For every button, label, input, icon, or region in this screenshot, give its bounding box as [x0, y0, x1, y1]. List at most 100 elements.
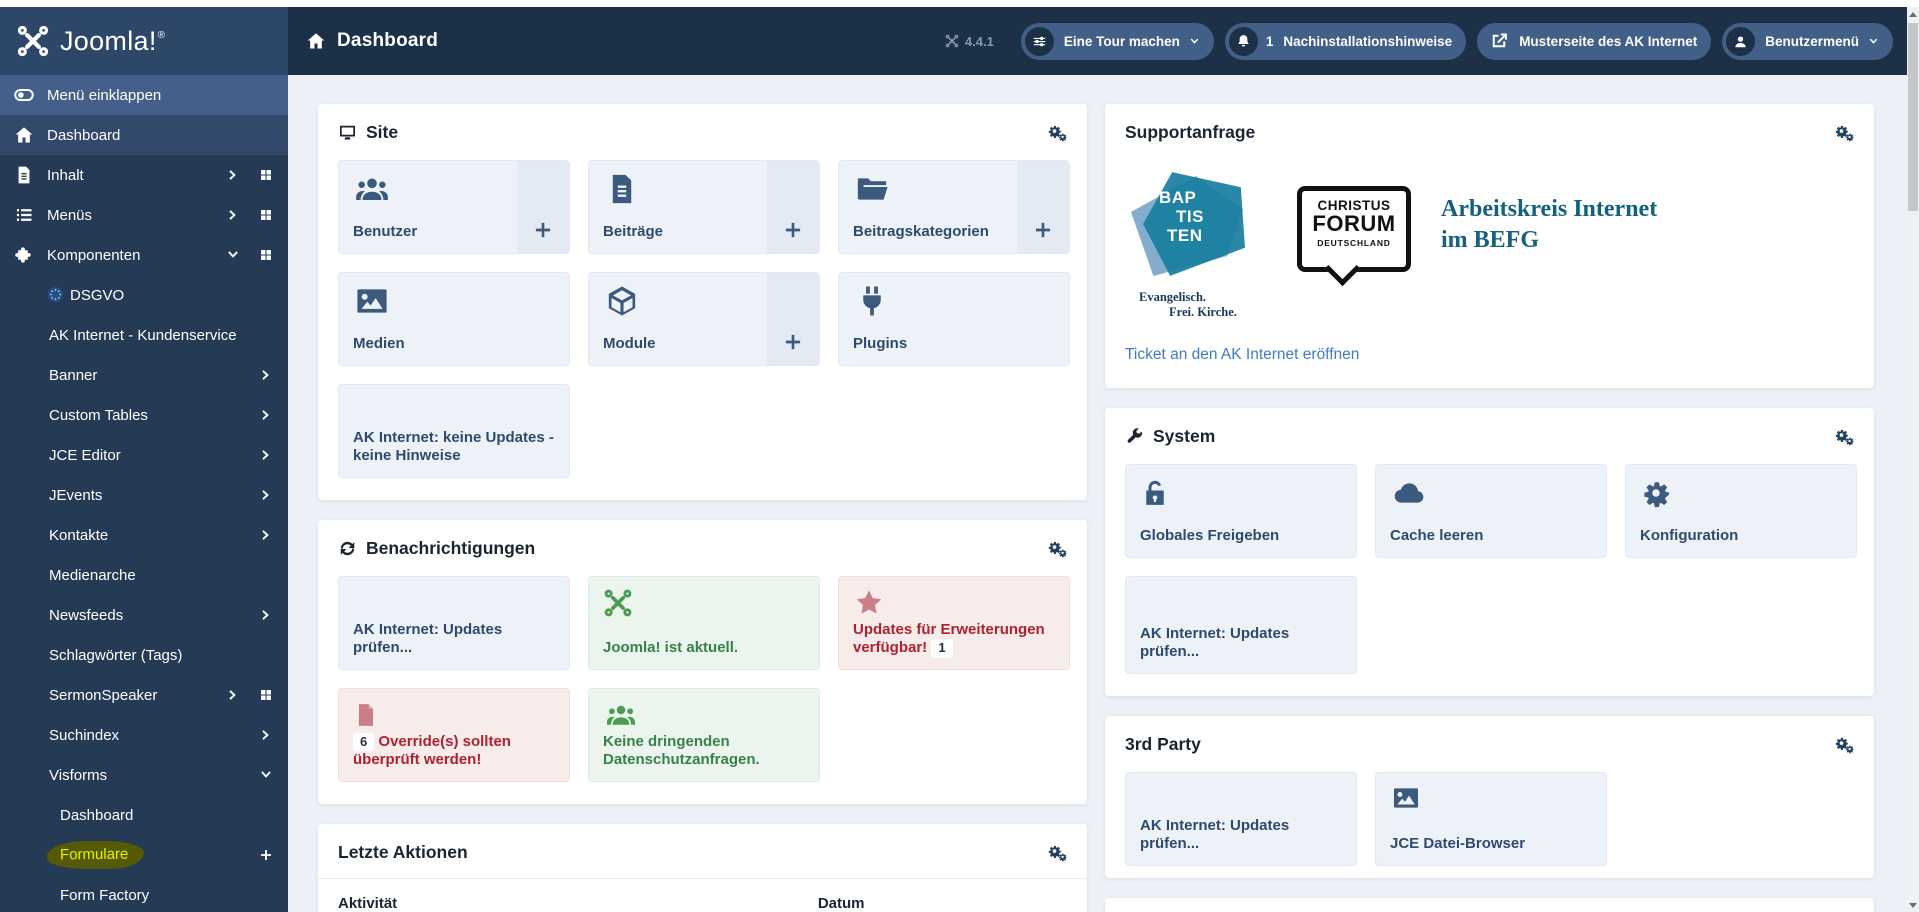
tile-beitraege[interactable]: Beiträge [588, 160, 820, 254]
recent-actions-title: Letzte Aktionen [338, 842, 468, 862]
plus-icon[interactable] [259, 848, 273, 862]
post-installation-messages-button[interactable]: 1 Nachinstallationshinweise [1224, 22, 1467, 60]
sidebar-item-ak-internet-kundenservice[interactable]: AK Internet - Kundenservice [0, 315, 288, 355]
sidebar-item-sermonspeaker[interactable]: SermonSpeaker [0, 675, 288, 715]
sidebar-item-dsgvo[interactable]: DSGVO [0, 275, 288, 315]
sidebar-item-banner[interactable]: Banner [0, 355, 288, 395]
plus-icon [783, 332, 803, 352]
main-content: Site Benutzer Beiträge Beitragskategorie… [288, 75, 1907, 912]
sidebar-item-suchindex[interactable]: Suchindex [0, 715, 288, 755]
scrollbar-thumb[interactable] [1908, 23, 1918, 211]
chevron-down-icon [1868, 36, 1879, 47]
chevron-right-icon [259, 448, 273, 462]
plus-icon [1033, 220, 1053, 240]
sidebar-item-dashboard[interactable]: Dashboard [0, 115, 288, 155]
count-badge: 1 [931, 639, 953, 658]
tile-plugins[interactable]: Plugins [838, 272, 1070, 366]
sidebar-item-formulare[interactable]: Formulare [0, 835, 288, 875]
sidebar-item-inhalt[interactable]: Inhalt [0, 155, 288, 195]
sidebar-item-menus[interactable]: Menüs [0, 195, 288, 235]
chevron-down-icon [259, 768, 273, 782]
chevron-right-icon [259, 368, 273, 382]
tile-global-checkin[interactable]: Globales Freigeben [1125, 464, 1357, 558]
support-heading: Arbeitskreis Internet im BEFG [1441, 196, 1658, 254]
home-icon [14, 125, 34, 145]
support-card-title: Supportanfrage [1125, 122, 1256, 142]
tile-clear-cache[interactable]: Cache leeren [1375, 464, 1607, 558]
tile-medien[interactable]: Medien [338, 272, 570, 366]
sidebar-item-custom-tables[interactable]: Custom Tables [0, 395, 288, 435]
tile-overrides[interactable]: 6 Override(s) sollten überprüft werden! [338, 688, 570, 782]
frontend-preview-button[interactable]: Musterseite des AK Internet [1477, 22, 1712, 60]
tile-joomla-up-to-date[interactable]: Joomla! ist aktuell. [588, 576, 820, 670]
tile-privacy-requests[interactable]: Keine dringenden Datenschutzanfragen. [588, 688, 820, 782]
tile-ak-updates-status[interactable]: AK Internet: keine Updates - keine Hinwe… [338, 384, 570, 478]
wrench-icon [1125, 427, 1144, 446]
article-icon [603, 172, 641, 206]
registered-mark: ® [157, 29, 166, 41]
options-gears-icon[interactable] [1835, 735, 1854, 754]
options-gears-icon[interactable] [1835, 123, 1854, 142]
tour-button[interactable]: Eine Tour machen [1020, 22, 1214, 60]
sidebar-item-jevents[interactable]: JEvents [0, 475, 288, 515]
tile-extension-updates[interactable]: Updates für Erweiterungen verfügbar! 1 [838, 576, 1070, 670]
sidebar-item-visforms-dashboard[interactable]: Dashboard [0, 795, 288, 835]
options-gears-icon[interactable] [1048, 539, 1067, 558]
sidebar-item-menu-collapse[interactable]: Menü einklappen [0, 75, 288, 115]
refresh-icon [338, 539, 357, 558]
sidebar-item-form-factory[interactable]: Form Factory [0, 875, 288, 912]
users-icon [603, 700, 639, 730]
options-gears-icon[interactable] [1048, 843, 1067, 862]
grid-icon[interactable] [259, 248, 273, 262]
sidebar-item-komponenten[interactable]: Komponenten [0, 235, 288, 275]
users-icon [353, 172, 391, 206]
privacy-dashboard-card: Datenschutz Dashboard [1105, 898, 1874, 912]
options-gears-icon[interactable] [1835, 427, 1854, 446]
tile-configuration[interactable]: Konfiguration [1625, 464, 1857, 558]
tile-module[interactable]: Module [588, 272, 820, 366]
options-gears-icon[interactable] [1048, 123, 1067, 142]
count-badge: 6 [353, 732, 375, 751]
sidebar-item-newsfeeds[interactable]: Newsfeeds [0, 595, 288, 635]
chevron-right-icon [259, 408, 273, 422]
quick-add-button[interactable] [517, 161, 569, 253]
tile-ak-updates-check[interactable]: AK Internet: Updates prüfen... [1125, 772, 1357, 866]
grid-icon[interactable] [259, 168, 273, 182]
sidebar-item-visforms[interactable]: Visforms [0, 755, 288, 795]
tile-beitragskategorien[interactable]: Beitragskategorien [838, 160, 1070, 254]
baptisten-logo: BAP TIS TEN Evangelisch. Frei. Kirche. [1125, 170, 1291, 320]
quick-add-button[interactable] [767, 161, 819, 253]
sidebar-item-kontakte[interactable]: Kontakte [0, 515, 288, 555]
scroll-up-button[interactable] [1907, 7, 1919, 21]
sliders-icon [1024, 26, 1054, 56]
sidebar-item-medienarche[interactable]: Medienarche [0, 555, 288, 595]
open-ticket-link[interactable]: Ticket an den AK Internet eröffnen [1105, 346, 1379, 388]
external-link-icon [1489, 31, 1509, 51]
scroll-down-button[interactable] [1907, 898, 1919, 912]
image-icon [1390, 784, 1422, 812]
christusforum-logo: CHRISTUS FORUM DEUTSCHLAND [1297, 186, 1411, 287]
unlock-icon [1140, 476, 1170, 510]
grid-icon[interactable] [259, 208, 273, 222]
notifications-card: Benachrichtigungen AK Internet: Updates … [318, 520, 1087, 804]
file-icon [353, 700, 379, 730]
tile-benutzer[interactable]: Benutzer [338, 160, 570, 254]
quick-add-button[interactable] [1017, 161, 1069, 253]
system-card: System Globales Freigeben Cache leeren K… [1105, 408, 1874, 696]
grid-icon[interactable] [259, 688, 273, 702]
column-date: Datum [817, 895, 865, 912]
tile-jce-file-browser[interactable]: JCE Datei-Browser [1375, 772, 1607, 866]
user-menu-button[interactable]: Benutzermenü [1722, 22, 1893, 60]
site-card-title: Site [338, 122, 398, 143]
chevron-right-icon [259, 608, 273, 622]
menus-icon [14, 205, 34, 225]
quick-add-button[interactable] [767, 273, 819, 365]
cloud-icon [1390, 476, 1428, 510]
sidebar-item-jce-editor[interactable]: JCE Editor [0, 435, 288, 475]
chevron-right-icon [226, 168, 240, 182]
tile-ak-updates-check[interactable]: AK Internet: Updates prüfen... [1125, 576, 1357, 674]
chevron-right-icon [226, 688, 240, 702]
sidebar-item-schlagwoerter[interactable]: Schlagwörter (Tags) [0, 635, 288, 675]
tile-ak-updates-check[interactable]: AK Internet: Updates prüfen... [338, 576, 570, 670]
vertical-scrollbar[interactable] [1907, 7, 1919, 912]
